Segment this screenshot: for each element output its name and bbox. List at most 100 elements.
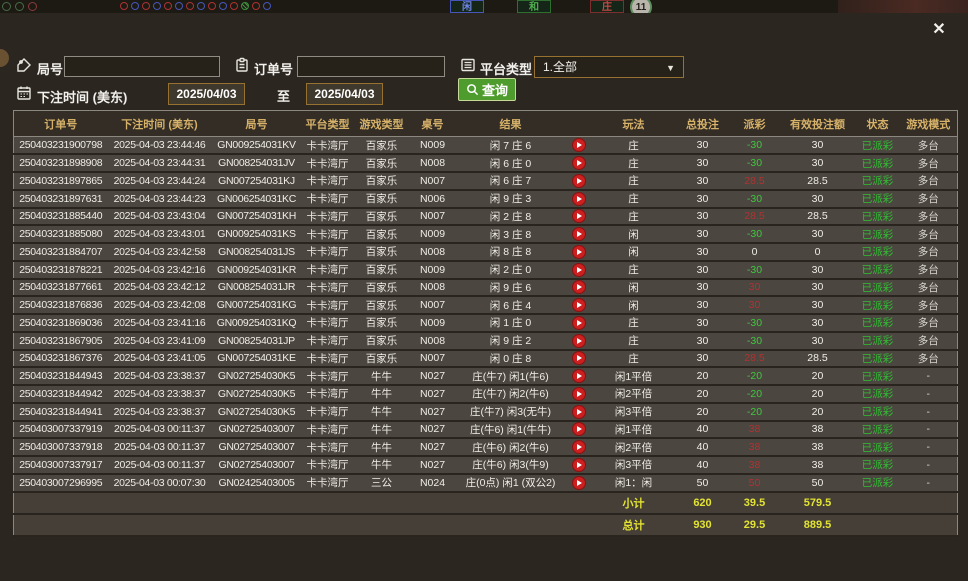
- game-mode: 多台: [900, 243, 958, 261]
- bet-time: 2025-04-03 23:44:46: [108, 137, 212, 155]
- grand-total-payout: 29.5: [730, 514, 780, 536]
- game-mode: 多台: [900, 154, 958, 172]
- roadmap-circle: [131, 2, 139, 10]
- platform-type: 卡卡湾厅: [302, 474, 354, 492]
- status-badge: 已派彩: [856, 456, 900, 474]
- payout: 30: [730, 296, 780, 314]
- play-icon[interactable]: [572, 209, 586, 223]
- play-icon[interactable]: [572, 192, 586, 206]
- replay-cell: [566, 314, 592, 332]
- calendar-icon: [16, 85, 32, 101]
- payout: -20: [730, 403, 780, 421]
- game-type: 牛牛: [354, 456, 410, 474]
- game-type: 百家乐: [354, 208, 410, 226]
- countdown-badge: 11: [630, 0, 652, 13]
- play-icon[interactable]: [572, 405, 586, 419]
- order-number: 250403231884707: [14, 243, 108, 261]
- play-icon[interactable]: [572, 174, 586, 188]
- game-type: 百家乐: [354, 172, 410, 190]
- table-row: 250403231869036 2025-04-03 23:41:16 GN00…: [14, 314, 958, 332]
- play-icon[interactable]: [572, 369, 586, 383]
- platform-type: 卡卡湾厅: [302, 243, 354, 261]
- round-number: GN008254031JS: [212, 243, 302, 261]
- round-number: GN009254031KS: [212, 225, 302, 243]
- status-badge: 已派彩: [856, 261, 900, 279]
- platform-type: 卡卡湾厅: [302, 332, 354, 350]
- background-markers: [2, 2, 37, 11]
- play-icon[interactable]: [572, 476, 586, 490]
- platform-type: 卡卡湾厅: [302, 438, 354, 456]
- payout: -20: [730, 367, 780, 385]
- payout: 28.5: [730, 350, 780, 368]
- total-bet: 30: [676, 137, 730, 155]
- play-icon[interactable]: [572, 334, 586, 348]
- bet-type: 闲2平倍: [592, 385, 676, 403]
- round-input[interactable]: [64, 56, 220, 77]
- table-row: 250403231885080 2025-04-03 23:43:01 GN00…: [14, 225, 958, 243]
- play-icon[interactable]: [572, 245, 586, 259]
- roadmap-circle: [252, 2, 260, 10]
- round-number: GN007254031KE: [212, 350, 302, 368]
- order-number: 250403231876836: [14, 296, 108, 314]
- status-badge: 已派彩: [856, 367, 900, 385]
- play-icon[interactable]: [572, 351, 586, 365]
- search-icon: [466, 83, 479, 96]
- status-badge: 已派彩: [856, 403, 900, 421]
- chevron-down-icon: ▼: [666, 57, 675, 79]
- replay-cell: [566, 421, 592, 439]
- marker-dot: [15, 2, 24, 11]
- play-icon[interactable]: [572, 422, 586, 436]
- search-button[interactable]: 查询: [458, 78, 516, 101]
- game-mode: 多台: [900, 314, 958, 332]
- subtotal-payout: 39.5: [730, 492, 780, 514]
- status-badge: 已派彩: [856, 154, 900, 172]
- total-bet: 30: [676, 243, 730, 261]
- order-number: 250403231844942: [14, 385, 108, 403]
- result: 闲 6 庄 7: [456, 172, 566, 190]
- valid-bet: 30: [780, 314, 856, 332]
- round-number: GN027254030K5: [212, 367, 302, 385]
- play-icon[interactable]: [572, 440, 586, 454]
- replay-cell: [566, 225, 592, 243]
- platform-type: 卡卡湾厅: [302, 154, 354, 172]
- play-icon[interactable]: [572, 458, 586, 472]
- game-mode: 多台: [900, 332, 958, 350]
- date-from-picker[interactable]: 2025/04/03 ▼: [168, 83, 245, 105]
- order-number: 250403231885440: [14, 208, 108, 226]
- platform-type-select[interactable]: 1.全部 ▼: [534, 56, 684, 78]
- list-icon: [460, 57, 476, 73]
- game-type: 百家乐: [354, 243, 410, 261]
- table-number: N027: [410, 367, 456, 385]
- game-type: 百家乐: [354, 225, 410, 243]
- table-row: 250403231876836 2025-04-03 23:42:08 GN00…: [14, 296, 958, 314]
- table-number: N008: [410, 332, 456, 350]
- valid-bet: 30: [780, 296, 856, 314]
- game-mode: 多台: [900, 137, 958, 155]
- play-icon[interactable]: [572, 387, 586, 401]
- order-number: 250403231869036: [14, 314, 108, 332]
- table-number: N007: [410, 350, 456, 368]
- platform-type: 卡卡湾厅: [302, 261, 354, 279]
- play-icon[interactable]: [572, 156, 586, 170]
- play-icon[interactable]: [572, 263, 586, 277]
- order-number: 250403007337919: [14, 421, 108, 439]
- play-icon[interactable]: [572, 138, 586, 152]
- total-bet: 50: [676, 474, 730, 492]
- valid-bet: 30: [780, 261, 856, 279]
- table-number: N007: [410, 208, 456, 226]
- play-icon[interactable]: [572, 298, 586, 312]
- play-icon[interactable]: [572, 316, 586, 330]
- date-to-picker[interactable]: 2025/04/03 ▼: [306, 83, 383, 105]
- play-icon[interactable]: [572, 227, 586, 241]
- payout: -20: [730, 385, 780, 403]
- table-number: N008: [410, 243, 456, 261]
- platform-type: 卡卡湾厅: [302, 279, 354, 297]
- table-row: 250403231897865 2025-04-03 23:44:24 GN00…: [14, 172, 958, 190]
- valid-bet: 38: [780, 456, 856, 474]
- round-number: GN008254031JV: [212, 154, 302, 172]
- subtotal-valid-bet: 579.5: [780, 492, 856, 514]
- status-badge: 已派彩: [856, 332, 900, 350]
- round-number: GN009254031KV: [212, 137, 302, 155]
- order-input[interactable]: [297, 56, 445, 77]
- play-icon[interactable]: [572, 280, 586, 294]
